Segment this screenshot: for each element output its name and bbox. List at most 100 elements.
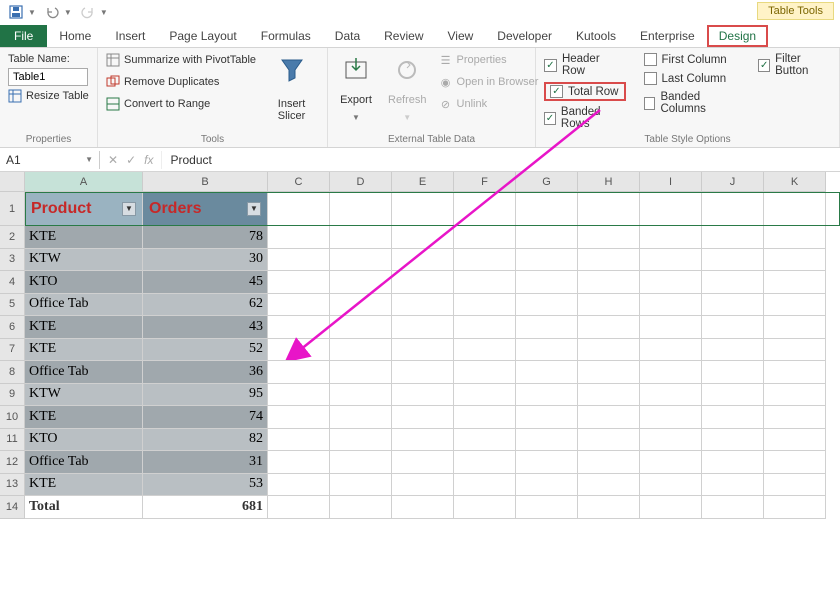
cell[interactable]	[454, 384, 516, 407]
cell[interactable]	[268, 384, 330, 407]
cell[interactable]	[268, 474, 330, 497]
cell[interactable]	[578, 249, 640, 272]
cell[interactable]: 36	[143, 361, 268, 384]
export-button[interactable]: Export ▼	[336, 52, 376, 124]
cell[interactable]	[392, 451, 454, 474]
column-header[interactable]: H	[578, 172, 640, 192]
cell[interactable]	[454, 226, 516, 249]
row-header[interactable]: 5	[0, 294, 25, 317]
row-header[interactable]: 12	[0, 451, 25, 474]
cell[interactable]: 53	[143, 474, 268, 497]
cell[interactable]	[702, 294, 764, 317]
convert-range-button[interactable]: Convert to Range	[106, 96, 256, 112]
cell[interactable]	[330, 192, 392, 226]
summarize-pivot-button[interactable]: Summarize with PivotTable	[106, 52, 256, 68]
cell[interactable]	[702, 496, 764, 519]
cell[interactable]	[578, 451, 640, 474]
cell[interactable]: Office Tab	[25, 294, 143, 317]
cell[interactable]	[268, 249, 330, 272]
formula-bar-input[interactable]: Product	[161, 151, 840, 169]
cell[interactable]	[640, 249, 702, 272]
cell[interactable]	[330, 406, 392, 429]
tab-data[interactable]: Data	[323, 25, 372, 47]
cell[interactable]	[702, 249, 764, 272]
cell[interactable]	[454, 271, 516, 294]
cell[interactable]	[578, 429, 640, 452]
cell[interactable]	[392, 406, 454, 429]
cell[interactable]: KTO	[25, 429, 143, 452]
row-header[interactable]: 4	[0, 271, 25, 294]
cell[interactable]	[764, 451, 826, 474]
cell[interactable]	[702, 271, 764, 294]
cell[interactable]	[268, 192, 330, 226]
cell[interactable]	[454, 451, 516, 474]
row-header[interactable]: 13	[0, 474, 25, 497]
cell[interactable]	[516, 361, 578, 384]
cell[interactable]	[640, 474, 702, 497]
cell[interactable]	[268, 496, 330, 519]
banded-columns-checkbox[interactable]: Banded Columns	[644, 90, 741, 116]
cell[interactable]	[702, 361, 764, 384]
row-header[interactable]: 7	[0, 339, 25, 362]
cell[interactable]	[330, 316, 392, 339]
cell[interactable]	[702, 192, 764, 226]
cell[interactable]: 45	[143, 271, 268, 294]
column-header[interactable]: J	[702, 172, 764, 192]
cell[interactable]: KTW	[25, 384, 143, 407]
tab-file[interactable]: File	[0, 25, 47, 47]
open-browser-button[interactable]: ◉Open in Browser	[439, 74, 539, 90]
cell[interactable]	[640, 361, 702, 384]
redo-icon[interactable]	[78, 2, 98, 22]
cell[interactable]: Total	[25, 496, 143, 519]
row-header[interactable]: 2	[0, 226, 25, 249]
cell[interactable]: 82	[143, 429, 268, 452]
cell[interactable]	[764, 406, 826, 429]
cell[interactable]	[268, 294, 330, 317]
cell[interactable]	[702, 339, 764, 362]
cell[interactable]: 30	[143, 249, 268, 272]
cell[interactable]	[392, 316, 454, 339]
cell[interactable]	[764, 192, 826, 226]
filter-button-checkbox[interactable]: Filter Button	[758, 52, 831, 78]
cell[interactable]	[454, 249, 516, 272]
cell[interactable]	[392, 294, 454, 317]
cell[interactable]	[516, 474, 578, 497]
first-column-checkbox[interactable]: First Column	[644, 52, 741, 67]
row-header[interactable]: 10	[0, 406, 25, 429]
cell[interactable]	[640, 271, 702, 294]
cell[interactable]	[640, 294, 702, 317]
cell[interactable]: Office Tab	[25, 361, 143, 384]
cell[interactable]	[578, 339, 640, 362]
cell[interactable]: 95	[143, 384, 268, 407]
cell[interactable]: KTE	[25, 474, 143, 497]
cell[interactable]	[578, 271, 640, 294]
qat-dropdown-icon[interactable]: ▼	[28, 8, 36, 17]
cell[interactable]	[516, 339, 578, 362]
filter-icon[interactable]: ▼	[247, 202, 261, 216]
cell[interactable]	[454, 192, 516, 226]
cell[interactable]	[578, 294, 640, 317]
cell[interactable]	[578, 384, 640, 407]
column-header[interactable]: I	[640, 172, 702, 192]
cell[interactable]	[578, 406, 640, 429]
cell[interactable]	[702, 226, 764, 249]
remove-duplicates-button[interactable]: Remove Duplicates	[106, 74, 256, 90]
insert-slicer-button[interactable]: Insert Slicer	[264, 52, 319, 124]
table-header-cell[interactable]: Product▼	[25, 192, 143, 226]
cell[interactable]	[268, 406, 330, 429]
undo-dropdown-icon[interactable]: ▼	[64, 8, 72, 17]
cell[interactable]	[392, 429, 454, 452]
properties-button[interactable]: ☰Properties	[439, 52, 539, 68]
cell[interactable]: KTO	[25, 271, 143, 294]
cell[interactable]	[702, 406, 764, 429]
cell[interactable]	[764, 249, 826, 272]
row-header[interactable]: 1	[0, 192, 25, 226]
cell[interactable]	[516, 294, 578, 317]
cell[interactable]	[516, 226, 578, 249]
cell[interactable]	[330, 496, 392, 519]
cell[interactable]	[764, 384, 826, 407]
cell[interactable]	[330, 451, 392, 474]
cell[interactable]	[268, 271, 330, 294]
header-row-checkbox[interactable]: Header Row	[544, 52, 626, 78]
total-row-checkbox[interactable]: Total Row	[550, 84, 620, 99]
